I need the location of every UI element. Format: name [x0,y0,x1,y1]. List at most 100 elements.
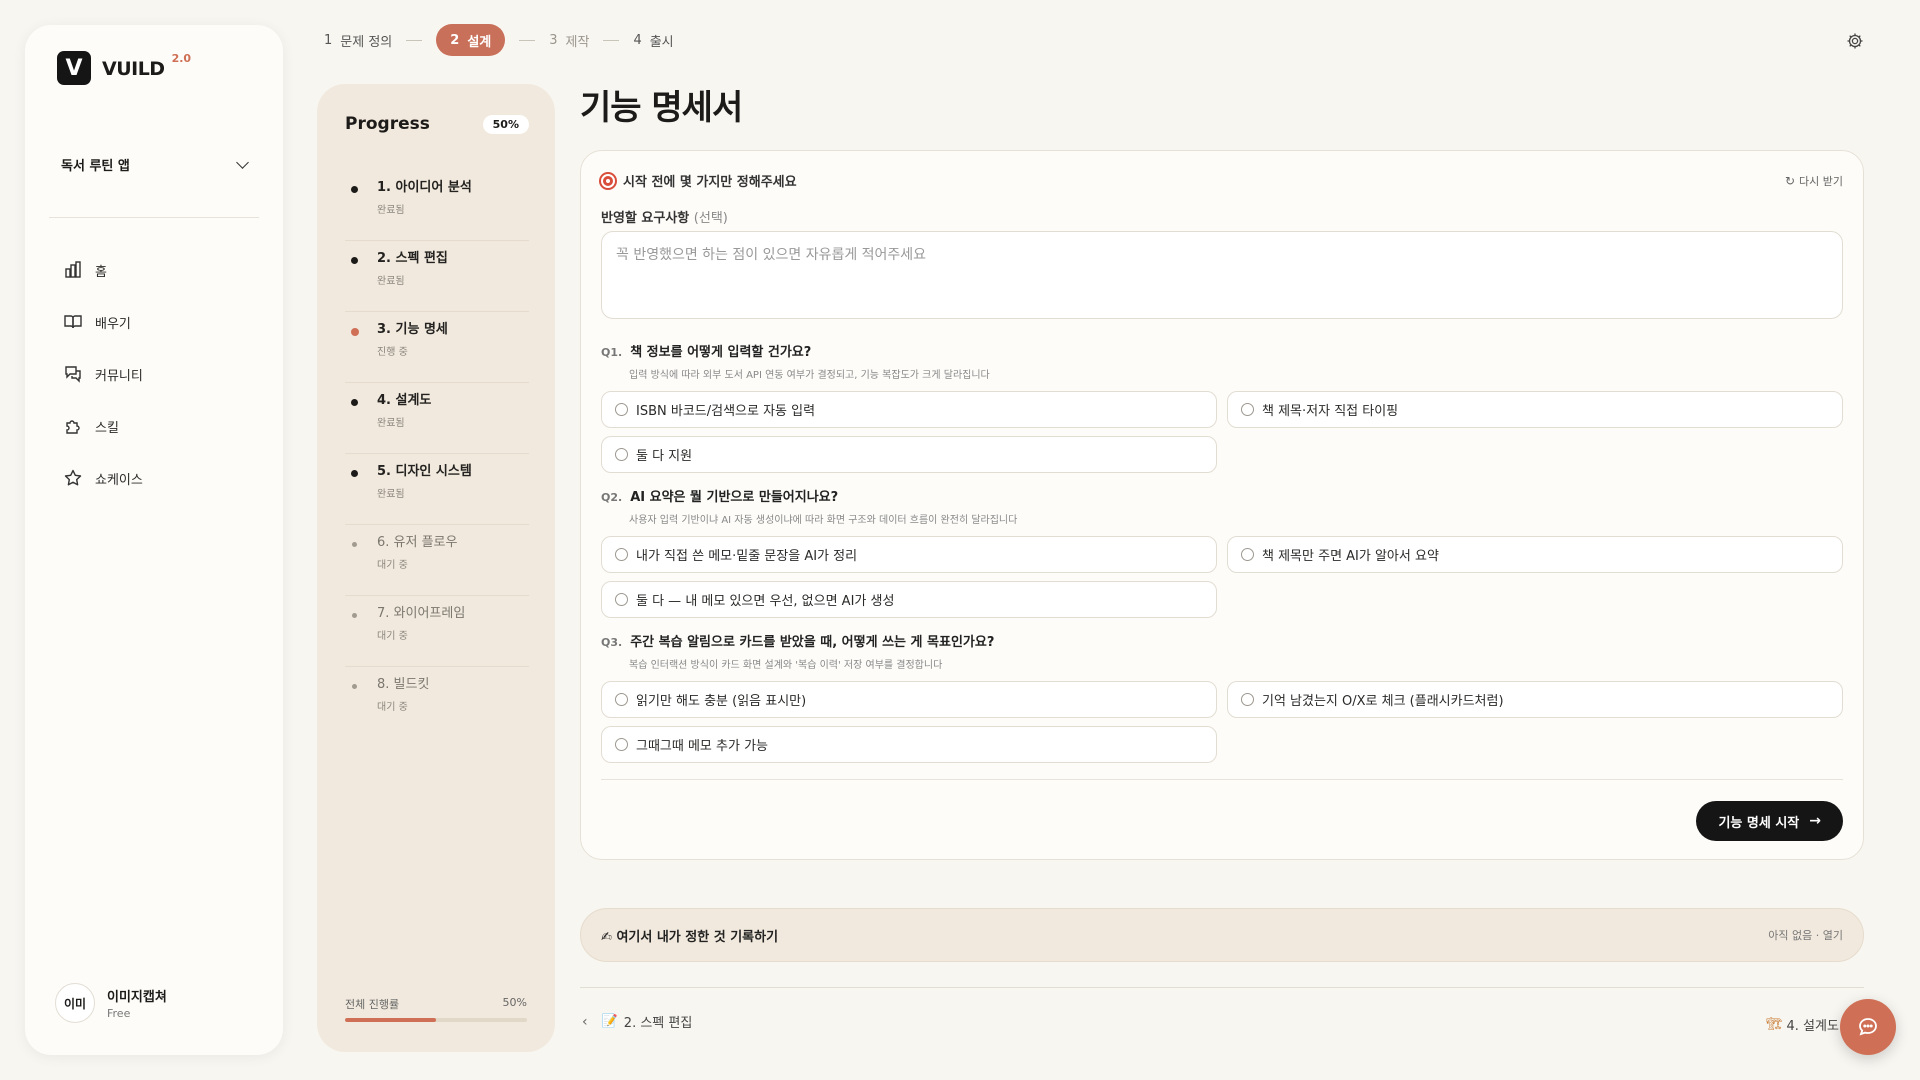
sidebar-item-showcase[interactable]: 쇼케이스 [63,465,143,491]
page-title: 기능 명세서 [580,88,743,128]
status-dot [351,328,359,336]
progress-item-buildkit[interactable]: 8. 빌드킷 대기 중 [345,667,529,738]
sidebar-item-community[interactable]: 커뮤니티 [63,361,143,387]
option-label: 둘 다 지원 [636,449,693,464]
question-description: 복습 인터랙션 방식이 카드 화면 설계와 '복습 이력' 저장 여부를 결정합… [629,660,943,671]
question-text: 주간 복습 알림으로 카드를 받았을 때, 어떻게 쓰는 게 목표인가요? [630,635,995,650]
option-add-memo[interactable]: 그때그때 메모 추가 가능 [601,726,1217,763]
sidebar-item-home[interactable]: 홈 [63,257,143,283]
sidebar-item-learn[interactable]: 배우기 [63,309,143,335]
progress-item-idea[interactable]: 1. 아이디어 분석 완료됨 [345,170,529,241]
progress-item-name: 1. 아이디어 분석 [377,180,472,195]
radio-icon [615,403,628,416]
decision-log-title: ✍ 여기서 내가 정한 것 기록하기 [601,926,778,945]
progress-item-spec-edit[interactable]: 2. 스펙 편집 완료됨 [345,241,529,312]
option-ai-summary[interactable]: 책 제목만 주면 AI가 알아서 요약 [1227,536,1843,573]
sidebar-item-label: 커뮤니티 [95,368,143,384]
construction-icon: 🏗 [1766,1017,1783,1032]
question-number: Q3. [601,636,623,649]
question-title: Q1. 책 정보를 어떻게 입력할 건가요? [601,341,1843,360]
progress-item-wireframe[interactable]: 7. 와이어프레임 대기 중 [345,596,529,667]
option-group: 읽기만 해도 충분 (읽음 표시만) 기억 남겼는지 O/X로 체크 (플래시카… [601,681,1843,763]
requirements-label-text: 반영할 요구사항 [601,211,690,226]
card-title: 시작 전에 몇 가지만 정해주세요 [601,171,797,190]
status-dot [351,186,358,193]
option-label: 책 제목만 주면 AI가 알아서 요약 [1262,549,1439,564]
next-step-link[interactable]: 🏗 4. 설계도 [1766,1015,1839,1034]
option-flashcard[interactable]: 기억 남겼는지 O/X로 체크 (플래시카드처럼) [1227,681,1843,718]
progress-item-status: 대기 중 [377,560,408,571]
question-number: Q2. [601,491,623,504]
arrow-right-icon: → [1809,813,1821,829]
progress-badge: 50% [482,114,529,134]
card-title-text: 시작 전에 몇 가지만 정해주세요 [623,175,797,190]
question-text: 책 정보를 어떻게 입력할 건가요? [630,345,812,360]
step-divider [406,39,423,41]
radio-icon [615,548,628,561]
sidebar-item-label: 쇼케이스 [95,472,143,488]
step-problem[interactable]: 1 문제 정의 [324,24,392,56]
progress-item-status: 완료됨 [377,489,405,500]
step-label: 문제 정의 [340,34,393,50]
progress-item-design-system[interactable]: 5. 디자인 시스템 완료됨 [345,454,529,525]
chat-fab-button[interactable] [1840,999,1896,1055]
option-both[interactable]: 둘 다 지원 [601,436,1217,473]
radio-icon [1241,693,1254,706]
gear-icon[interactable] [1846,32,1864,50]
prev-step-link[interactable]: ‹ 📝 2. 스펙 편집 [582,1012,693,1032]
progress-item-status: 완료됨 [377,276,405,287]
user-profile[interactable]: 이미 이미지캡쳐 Free [55,983,167,1023]
decision-log-bar[interactable]: ✍ 여기서 내가 정한 것 기록하기 아직 없음 · 열기 [580,908,1864,962]
step-build[interactable]: 3 제작 [549,24,589,56]
question-2: Q2. AI 요약은 뭘 기반으로 만들어지나요? 사용자 입력 기반이냐 AI… [601,486,1843,618]
next-step-label: 4. 설계도 [1786,1019,1839,1034]
radio-icon [615,593,628,606]
progress-item-status: 대기 중 [377,631,408,642]
requirements-input[interactable] [601,231,1843,319]
step-number: 1 [324,32,333,48]
progress-panel: Progress 50% 1. 아이디어 분석 완료됨 2. 스펙 편집 완료됨… [317,84,555,1052]
progress-header: Progress 50% [345,114,529,134]
option-label: 그때그때 메모 추가 가능 [636,739,768,754]
step-launch[interactable]: 4 출시 [633,24,673,56]
total-progress-label: 전체 진행률 [345,998,400,1011]
step-divider [603,39,620,41]
card-header: 시작 전에 몇 가지만 정해주세요 ↻ 다시 받기 [601,171,1843,190]
option-both[interactable]: 둘 다 — 내 메모 있으면 우선, 없으면 AI가 생성 [601,581,1217,618]
status-dot [351,257,358,264]
option-manual-typing[interactable]: 책 제목·저자 직접 타이핑 [1227,391,1843,428]
brand-name: VUILD [102,58,165,80]
project-select[interactable]: 독서 루틴 앱 [61,155,251,174]
user-name: 이미지캡쳐 [107,990,167,1005]
option-read-only[interactable]: 읽기만 해도 충분 (읽음 표시만) [601,681,1217,718]
start-spec-button[interactable]: 기능 명세 시작 → [1696,801,1843,841]
writing-hand-icon: ✍ [601,929,612,945]
prev-step-label: 2. 스펙 편집 [623,1016,693,1031]
sidebar-divider [49,217,259,218]
progress-bar [345,1018,527,1022]
refresh-button[interactable]: ↻ 다시 받기 [1785,173,1843,189]
option-my-notes[interactable]: 내가 직접 쓴 메모·밑줄 문장을 AI가 정리 [601,536,1217,573]
option-label: 내가 직접 쓴 메모·밑줄 문장을 AI가 정리 [636,549,858,564]
option-isbn-auto[interactable]: ISBN 바코드/검색으로 자동 입력 [601,391,1217,428]
chevron-left-icon: ‹ [582,1013,588,1030]
sidebar-nav: 홈 배우기 커뮤니티 스킬 쇼케이스 [63,257,143,517]
sidebar-item-skills[interactable]: 스킬 [63,413,143,439]
question-number: Q1. [601,346,623,359]
progress-item-user-flow[interactable]: 6. 유저 플로우 대기 중 [345,525,529,596]
optional-tag: (선택) [693,211,728,226]
progress-item-status: 대기 중 [377,702,408,713]
sidebar-item-label: 스킬 [95,420,119,436]
brand[interactable]: V VUILD 2.0 [57,49,191,85]
question-description: 입력 방식에 따라 외부 도서 API 연동 여부가 결정되고, 기능 복잡도가… [629,370,990,381]
step-design[interactable]: 2 설계 [436,24,506,56]
status-dot [352,613,357,618]
question-description: 사용자 입력 기반이냐 AI 자동 생성이냐에 따라 화면 구조와 데이터 흐름… [629,515,1018,526]
progress-item-blueprint[interactable]: 4. 설계도 완료됨 [345,383,529,454]
progress-item-name: 4. 설계도 [377,393,432,408]
question-title: Q2. AI 요약은 뭘 기반으로 만들어지나요? [601,486,1843,505]
progress-item-name: 6. 유저 플로우 [377,535,458,550]
progress-item-status: 완료됨 [377,418,405,429]
progress-item-feature-spec[interactable]: 3. 기능 명세 진행 중 [345,312,529,383]
footer-divider [580,987,1864,988]
